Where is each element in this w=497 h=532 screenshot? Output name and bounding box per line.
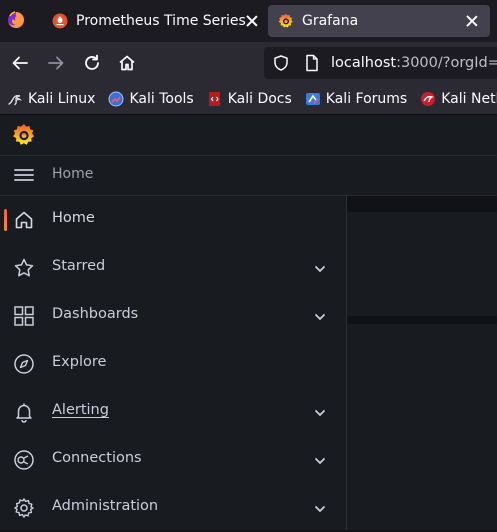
reload-icon[interactable] (81, 52, 103, 74)
bookmark-label: Kali Linux (28, 91, 96, 107)
tab-prometheus[interactable]: Prometheus Time Series Collection and Pr… (44, 6, 264, 36)
browser-toolbar: localhost:3000/?orgId=1 (0, 42, 497, 84)
chevron-down-icon[interactable] (313, 501, 327, 515)
menu-item-label: Home (52, 210, 95, 226)
menu-toggle-icon[interactable] (13, 166, 35, 184)
bell-icon (13, 401, 35, 423)
close-tab-icon[interactable] (246, 15, 258, 27)
dashboard-panel (347, 324, 497, 530)
kali-docs-icon (207, 91, 223, 107)
url-host: localhost (331, 55, 397, 71)
firefox-icon[interactable] (7, 11, 25, 29)
tab-title: Prometheus Time Series Collection and Pr… (76, 13, 246, 29)
chevron-down-icon[interactable] (313, 309, 327, 323)
url-path: :3000/?orgId=1 (396, 55, 497, 71)
chevron-down-icon[interactable] (313, 453, 327, 467)
menu-item-label: Connections (52, 450, 142, 466)
grafana-top-bar (0, 115, 497, 156)
menu-item-label: Explore (52, 354, 107, 370)
bookmark-kali-forums[interactable]: Kali Forums (305, 91, 407, 107)
home-icon (13, 209, 35, 231)
apps-icon (13, 305, 35, 327)
active-indicator (4, 209, 7, 231)
kali-tools-icon (108, 91, 124, 107)
menu-item-label: Alerting (52, 402, 109, 418)
close-tab-icon[interactable] (466, 15, 478, 27)
back-arrow-icon[interactable] (9, 52, 31, 74)
kali-dragon-icon (7, 91, 23, 107)
menu-item-explore[interactable]: Explore (0, 340, 346, 388)
grafana-nav-menu: Home Starred Dashboards Explore Alerting (0, 196, 347, 530)
bookmark-kali-nethunter[interactable]: Kali NetHunter (420, 91, 497, 107)
bookmarks-toolbar: Kali Linux Kali Tools Kali Docs Kali For… (0, 84, 497, 115)
menu-item-label: Starred (52, 258, 106, 274)
cog-icon (13, 497, 35, 519)
menu-item-alerting[interactable]: Alerting (0, 388, 346, 436)
menu-item-label: Dashboards (52, 306, 139, 322)
menu-item-administration[interactable]: Administration (0, 484, 346, 532)
connections-icon (13, 449, 35, 471)
grafana-breadcrumb-bar: Home (0, 156, 497, 196)
tab-title: Grafana (302, 13, 359, 29)
bookmark-kali-docs[interactable]: Kali Docs (207, 91, 292, 107)
bookmark-label: Kali NetHunter (441, 91, 497, 107)
menu-item-home[interactable]: Home (0, 196, 346, 244)
url-text: localhost:3000/?orgId=1 (331, 55, 497, 71)
home-page-icon[interactable] (116, 52, 138, 74)
chevron-down-icon[interactable] (313, 261, 327, 275)
bookmark-label: Kali Docs (227, 91, 292, 107)
bookmark-label: Kali Tools (129, 91, 194, 107)
forward-arrow-icon[interactable] (45, 52, 67, 74)
grafana-favicon-icon (278, 13, 294, 29)
chevron-down-icon[interactable] (313, 405, 327, 419)
menu-item-starred[interactable]: Starred (0, 244, 346, 292)
tab-grafana[interactable]: Grafana (268, 5, 490, 37)
compass-icon (13, 353, 35, 375)
bookmark-kali-tools[interactable]: Kali Tools (108, 91, 194, 107)
prometheus-favicon-icon (52, 13, 68, 29)
star-icon (13, 257, 35, 279)
shield-icon[interactable] (272, 54, 290, 72)
bookmark-label: Kali Forums (325, 91, 408, 107)
breadcrumb-home[interactable]: Home (52, 166, 93, 182)
menu-item-connections[interactable]: Connections (0, 436, 346, 484)
kali-nethunter-icon (420, 91, 436, 107)
page-icon[interactable] (304, 54, 320, 72)
dashboard-panel (347, 212, 497, 316)
bookmark-kali-linux[interactable]: Kali Linux (7, 91, 95, 107)
menu-item-dashboards[interactable]: Dashboards (0, 292, 346, 340)
kali-forums-icon (305, 91, 321, 107)
url-bar[interactable]: localhost:3000/?orgId=1 (264, 47, 497, 79)
menu-item-label: Administration (52, 498, 159, 514)
browser-tab-strip: Prometheus Time Series Collection and Pr… (0, 0, 497, 42)
grafana-logo-icon[interactable] (12, 123, 36, 147)
